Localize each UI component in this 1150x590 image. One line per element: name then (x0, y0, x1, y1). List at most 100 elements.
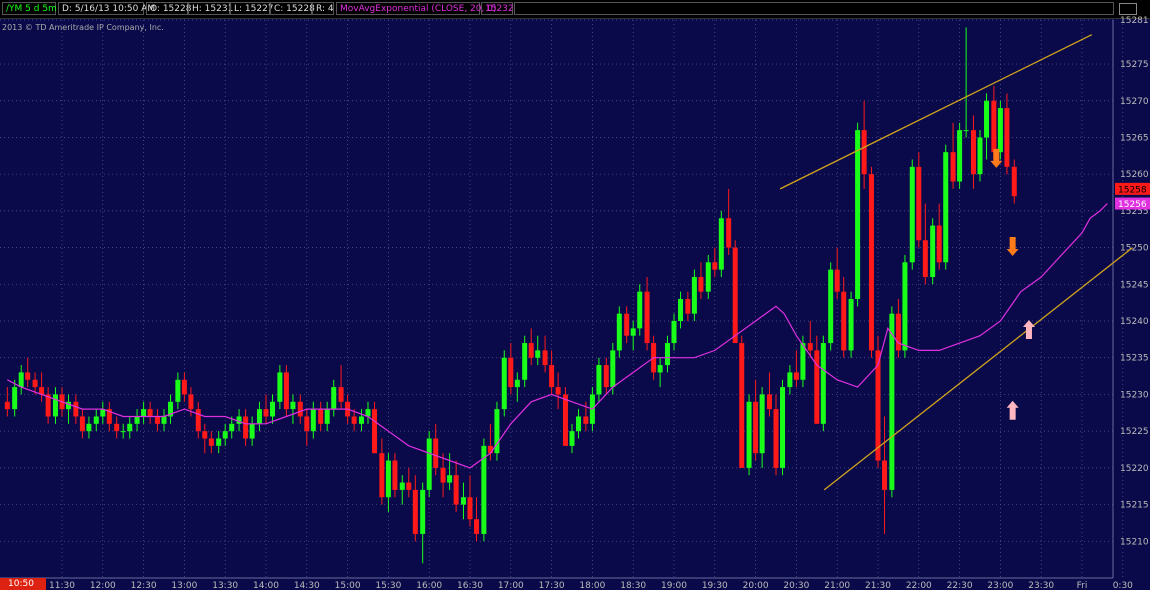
candle-down (936, 225, 942, 263)
candle-down (644, 291, 650, 344)
y-tick-label: 15275 (1120, 60, 1149, 70)
candle-up (134, 416, 140, 424)
candle-down (726, 218, 732, 248)
candle-up (610, 350, 616, 388)
candle-down (412, 489, 418, 534)
x-tick-label: 19:30 (702, 581, 728, 590)
y-tick-label: 15235 (1120, 354, 1149, 364)
x-tick-label: 20:00 (743, 581, 769, 590)
candle-up (637, 291, 643, 329)
candle-down (1004, 108, 1010, 167)
candle-down (732, 247, 738, 344)
x-tick-label: 16:30 (457, 581, 483, 590)
x-tick-label: 19:00 (661, 581, 687, 590)
candle-up (678, 299, 684, 322)
candle-down (379, 453, 385, 498)
candle-down (406, 482, 412, 490)
candle-up (759, 394, 765, 454)
x-tick-label: 17:30 (539, 581, 565, 590)
ema-line (7, 203, 1108, 469)
candle-down (433, 438, 439, 468)
candle-down (970, 130, 976, 175)
signal-arrow-down (1006, 236, 1019, 256)
candle-up (249, 423, 255, 439)
y-tick-label: 15281 (1120, 16, 1149, 26)
candle-up (420, 489, 426, 534)
candle-up (501, 357, 507, 410)
candle-up (426, 438, 432, 490)
x-tick-label: 15:30 (375, 581, 401, 590)
price-marker-label: 15256 (1118, 200, 1147, 210)
candle-down (263, 409, 269, 417)
x-tick-label: 14:00 (253, 581, 279, 590)
price-chart[interactable]: 15210 15215 15220 15225 15230 15235 15240 15245… (0, 0, 1150, 590)
candle-down (583, 416, 589, 424)
candle-down (814, 350, 820, 424)
candle-up (977, 137, 983, 175)
candle-down (528, 343, 534, 358)
x-tick-label: Fri (1077, 581, 1088, 590)
x-tick-label: 20:30 (783, 581, 809, 590)
candle-down (181, 379, 187, 395)
y-tick-label: 15260 (1120, 170, 1149, 180)
y-tick-label: 15225 (1120, 427, 1149, 437)
candle-down (4, 401, 10, 410)
candle-up (514, 379, 520, 388)
candle-up (691, 276, 697, 314)
x-tick-label: 12:30 (131, 581, 157, 590)
candle-up (596, 365, 602, 395)
candle-down (916, 166, 922, 241)
x-tick-label: 23:30 (1028, 581, 1054, 590)
x-tick-label: 22:00 (906, 581, 932, 590)
x-tick-label: 0:30 (1113, 581, 1133, 590)
candle-down (243, 416, 249, 439)
candle-up (324, 409, 330, 424)
y-tick-label: 15265 (1120, 133, 1149, 143)
price-marker-label: 15258 (1118, 185, 1147, 195)
candle-down (508, 357, 514, 388)
y-tick-label: 15240 (1120, 317, 1149, 327)
x-tick-label: 23:00 (987, 581, 1013, 590)
candle-down (624, 313, 630, 336)
candle-down (351, 416, 357, 424)
candle-down (188, 394, 194, 410)
candle-down (487, 445, 493, 454)
candle-down (562, 394, 568, 446)
x-tick-label: 16:00 (416, 581, 442, 590)
candle-down (950, 152, 956, 182)
candle-up (399, 482, 405, 490)
candle-down (882, 460, 888, 490)
candle-up (331, 387, 337, 410)
candle-up (290, 401, 296, 410)
candle-up (161, 416, 167, 424)
candle-up (616, 313, 622, 351)
candle-up (141, 409, 147, 417)
candle-up (855, 130, 861, 299)
candle-up (385, 460, 391, 498)
candle-down (834, 269, 840, 292)
candle-up (664, 343, 670, 366)
candle-down (25, 372, 31, 380)
x-tick-label: 18:00 (579, 581, 605, 590)
candle-up (358, 416, 364, 424)
candle-up (902, 262, 908, 351)
candle-up (576, 416, 582, 432)
candle-up (120, 431, 126, 433)
candle-down (318, 409, 324, 424)
candle-down (753, 401, 759, 454)
candle-up (718, 218, 724, 270)
candle-up (310, 409, 316, 432)
y-tick-label: 15245 (1120, 280, 1149, 290)
x-tick-label: 18:30 (620, 581, 646, 590)
candle-up (460, 497, 466, 505)
candle-up (277, 372, 283, 402)
candle-down (739, 343, 745, 468)
candle-up (889, 313, 895, 490)
x-tick-label: 14:30 (294, 581, 320, 590)
candle-down (712, 262, 718, 270)
candle-down (991, 100, 997, 153)
candle-down (698, 276, 704, 292)
signal-arrow-up (1022, 320, 1035, 340)
candle-down (440, 467, 446, 483)
y-tick-label: 15210 (1120, 537, 1149, 547)
